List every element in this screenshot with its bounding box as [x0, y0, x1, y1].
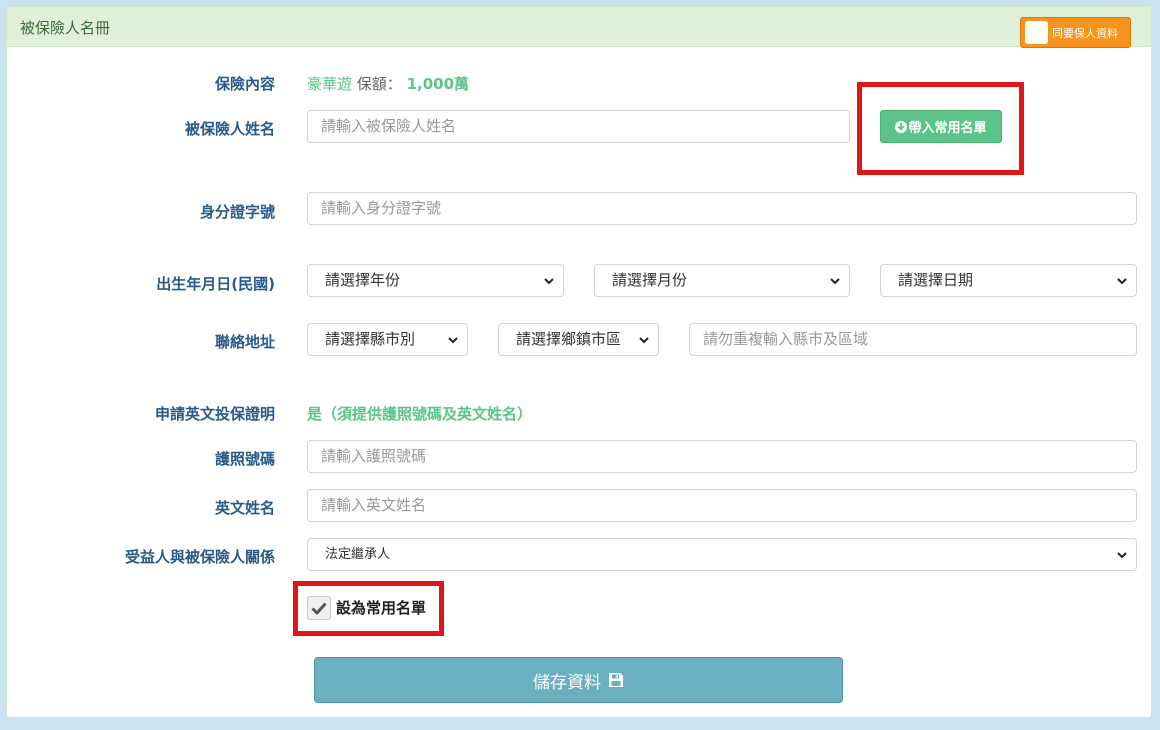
beneficiary-select[interactable]: 法定繼承人	[307, 538, 1137, 571]
insurance-content-label: 保險內容	[214, 75, 275, 93]
chevron-down-icon	[448, 337, 458, 344]
birth-day-select[interactable]: 請選擇日期	[880, 264, 1137, 297]
passport-input[interactable]: 請輸入護照號碼	[307, 440, 1137, 473]
insured-name-label: 被保險人姓名	[184, 120, 275, 138]
english-name-input[interactable]: 請輸入英文姓名	[307, 489, 1137, 522]
insured-name-input[interactable]: 請輸入被保險人姓名	[307, 110, 850, 143]
birth-year-select[interactable]: 請選擇年份	[307, 264, 564, 297]
address-label: 聯絡地址	[214, 333, 275, 351]
insurance-content-value: 豪華遊 保額： 1,000萬	[307, 73, 469, 94]
beneficiary-label: 受益人與被保險人關係	[124, 548, 275, 566]
plan-name: 豪華遊	[307, 75, 353, 93]
save-button[interactable]: 儲存資料	[314, 657, 843, 703]
same-as-proposer-checkbox[interactable]	[1025, 21, 1048, 44]
panel-header: 被保險人名冊 同要保人資料	[7, 7, 1151, 48]
same-as-proposer-button[interactable]: 同要保人資料	[1020, 17, 1131, 48]
city-value: 請選擇縣市別	[325, 330, 416, 348]
birth-day-value: 請選擇日期	[898, 271, 974, 289]
birth-month-value: 請選擇月份	[612, 271, 688, 289]
amount-value: 1,000萬	[406, 75, 470, 93]
birthday-label: 出生年月日(民國)	[156, 275, 275, 293]
highlight-box-favorite	[293, 581, 444, 636]
chevron-down-icon	[1117, 552, 1127, 559]
same-as-proposer-label: 同要保人資料	[1052, 26, 1118, 40]
highlight-box-load-favorites	[857, 82, 1024, 175]
id-number-input[interactable]: 請輸入身分證字號	[307, 192, 1137, 225]
chevron-down-icon	[639, 337, 649, 344]
district-value: 請選擇鄉鎮市區	[516, 330, 622, 348]
beneficiary-value: 法定繼承人	[325, 547, 391, 562]
english-cert-value: 是（須提供護照號碼及英文姓名）	[307, 405, 533, 423]
passport-label: 護照號碼	[214, 450, 275, 468]
address-detail-input[interactable]: 請勿重複輸入縣市及區域	[689, 323, 1137, 356]
chevron-down-icon	[1117, 278, 1127, 285]
save-button-label: 儲存資料	[533, 672, 601, 693]
chevron-down-icon	[830, 278, 840, 285]
city-select[interactable]: 請選擇縣市別	[307, 323, 468, 356]
chevron-down-icon	[544, 278, 554, 285]
insured-list-panel: 被保險人名冊 同要保人資料 保險內容 豪華遊 保額： 1,000萬 被保險人姓名…	[6, 6, 1152, 718]
birth-year-value: 請選擇年份	[325, 271, 401, 289]
panel-title: 被保險人名冊	[20, 19, 111, 37]
english-name-label: 英文姓名	[214, 499, 275, 517]
birth-month-select[interactable]: 請選擇月份	[594, 264, 850, 297]
floppy-disk-icon	[609, 673, 623, 687]
district-select[interactable]: 請選擇鄉鎮市區	[498, 323, 659, 356]
amount-label: 保額：	[356, 75, 402, 93]
english-cert-label: 申請英文投保證明	[154, 405, 275, 423]
id-number-label: 身分證字號	[199, 203, 275, 221]
